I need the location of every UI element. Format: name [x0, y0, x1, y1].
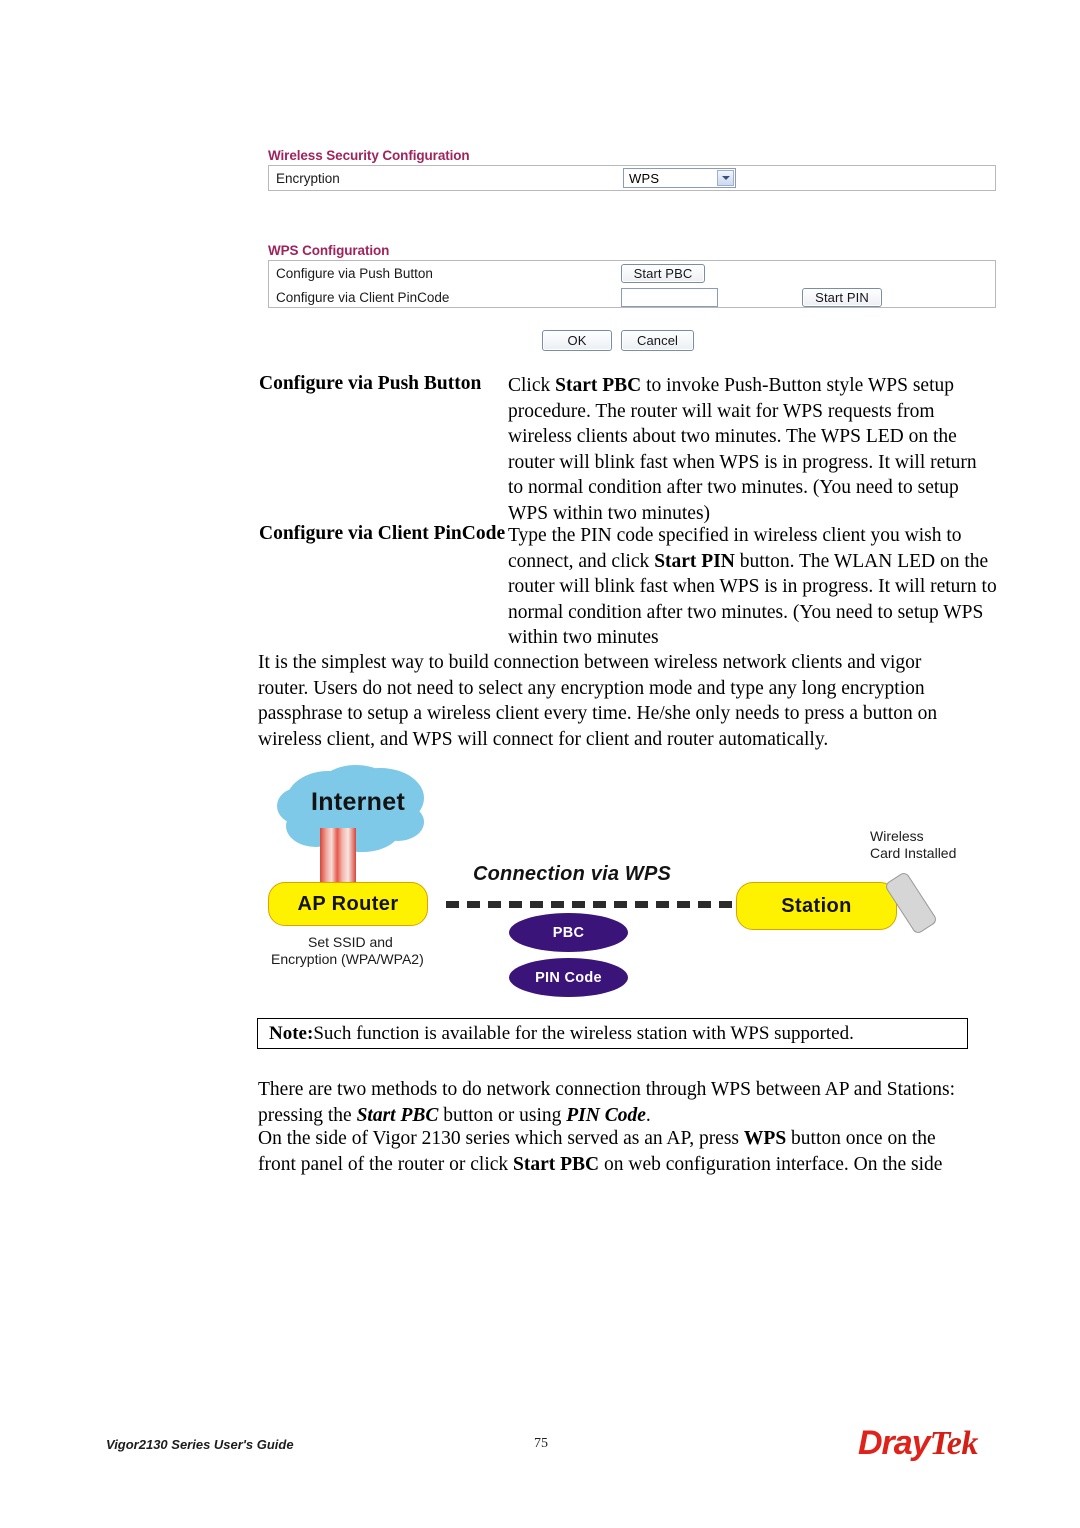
- encryption-row: Encryption WPS: [269, 166, 995, 190]
- logo-text-tek: Tek: [929, 1425, 979, 1462]
- wps-connection-dashed-line: [446, 901, 734, 908]
- wps-connection-diagram: Internet AP Router Set SSID and Encrypti…: [258, 760, 998, 1010]
- station-caption-line2: Card Installed: [870, 845, 957, 861]
- intro-paragraph: It is the simplest way to build connecti…: [258, 652, 938, 750]
- form-action-buttons: OK Cancel: [542, 330, 694, 351]
- note-label: Note:: [269, 1022, 314, 1044]
- chevron-down-icon[interactable]: [717, 170, 734, 186]
- wireless-security-configuration-panel: Wireless Security Configuration Encrypti…: [268, 148, 996, 191]
- wps-section-title: WPS Configuration: [268, 243, 390, 258]
- configure-via-client-pincode-row: Configure via Client PinCode Start PIN: [269, 285, 995, 309]
- draytek-logo: DrayTek: [858, 1424, 978, 1463]
- start-pbc-button[interactable]: Start PBC: [621, 263, 705, 283]
- configure-via-push-button-row: Configure via Push Button Start PBC: [269, 261, 995, 285]
- wps-configuration-panel: WPS Configuration Configure via Push But…: [268, 243, 996, 308]
- pincode-input[interactable]: [621, 287, 718, 307]
- methods-paragraph: There are two methods to do network conn…: [258, 1079, 956, 1126]
- note-text: Such function is available for the wirel…: [313, 1022, 854, 1044]
- ap-router-caption-line2: Encryption (WPA/WPA2): [271, 951, 424, 967]
- definition-term-client-pincode: Configure via Client PinCode: [259, 523, 506, 544]
- cancel-button[interactable]: Cancel: [621, 330, 694, 351]
- station-caption-line1: Wireless: [870, 828, 924, 844]
- wireless-security-table: Encryption WPS: [268, 165, 996, 191]
- note-box: Note: Such function is available for the…: [257, 1018, 968, 1049]
- encryption-select-value: WPS: [629, 170, 660, 186]
- footer-page-number: 75: [534, 1436, 548, 1451]
- pbc-method-oval: PBC: [509, 913, 628, 952]
- connection-via-wps-label: Connection via WPS: [473, 863, 672, 885]
- wps-table: Configure via Push Button Start PBC Conf…: [268, 260, 996, 308]
- internet-label: Internet: [311, 788, 406, 816]
- side-paragraph: On the side of Vigor 2130 series which s…: [258, 1128, 943, 1175]
- configure-via-push-button-label: Configure via Push Button: [276, 265, 433, 281]
- pin-code-method-oval: PIN Code: [509, 958, 628, 997]
- ap-router-caption-line1: Set SSID and: [308, 934, 393, 950]
- station-node: Station: [736, 882, 897, 930]
- internet-link-pipe: [320, 828, 356, 890]
- definition-body-push-button: Click Start PBC to invoke Push-Button st…: [508, 375, 977, 524]
- footer-guide-title: Vigor2130 Series User's Guide: [106, 1437, 294, 1452]
- definition-term-push-button: Configure via Push Button: [259, 373, 482, 394]
- logo-text-dray: Dray: [858, 1424, 931, 1462]
- definition-body-client-pincode: Type the PIN code specified in wireless …: [508, 525, 997, 648]
- configure-via-client-pincode-label: Configure via Client PinCode: [276, 289, 450, 305]
- wireless-security-section-title: Wireless Security Configuration: [268, 148, 470, 163]
- ap-router-node: AP Router: [268, 882, 428, 926]
- ok-button[interactable]: OK: [542, 330, 612, 351]
- encryption-select[interactable]: WPS: [623, 168, 736, 188]
- start-pin-button[interactable]: Start PIN: [802, 287, 882, 307]
- encryption-label: Encryption: [276, 170, 340, 186]
